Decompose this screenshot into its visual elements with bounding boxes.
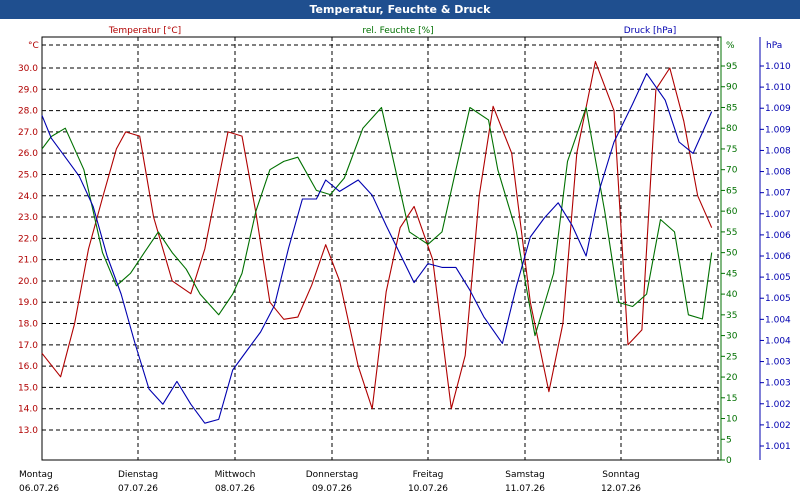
chart-window: Temperatur, Feuchte & Druck °C 30.0 29.0 28… xyxy=(0,0,800,500)
hum-axis-unit: % xyxy=(726,41,735,51)
hum-tick-label: 35 xyxy=(726,311,737,321)
temp-line xyxy=(41,61,713,410)
left-tick-label: 29.0 xyxy=(18,85,38,95)
press-tick-label: 1.006 xyxy=(765,231,791,241)
left-axis-unit: °C xyxy=(28,41,39,51)
hum-tick-label: 0 xyxy=(726,456,732,466)
hum-tick-label: 85 xyxy=(726,103,737,113)
left-tick-label: 24.0 xyxy=(18,192,38,202)
press-tick-label: 1.009 xyxy=(765,104,791,114)
press-tick-label: 1.002 xyxy=(765,421,791,431)
left-tick-label: 18.0 xyxy=(18,320,38,330)
press-tick-label: 1.008 xyxy=(765,168,791,178)
hum-tick-label: 10 xyxy=(726,415,738,425)
hum-tick-label: 90 xyxy=(726,83,738,93)
press-tick-label: 1.004 xyxy=(765,336,791,346)
x-date-label: 06.07.26 xyxy=(19,484,59,494)
left-tick-label: 28.0 xyxy=(18,107,38,117)
hum-tick-label: 50 xyxy=(726,249,738,259)
left-tick-label: 25.0 xyxy=(18,170,38,180)
left-tick-label: 27.0 xyxy=(18,128,38,138)
left-tick-label: 15.0 xyxy=(18,383,38,393)
press-tick-label: 1.003 xyxy=(765,379,791,389)
press-tick-label: 1.005 xyxy=(765,273,791,283)
left-tick-label: 23.0 xyxy=(18,213,38,223)
hum-tick-label: 75 xyxy=(726,145,737,155)
hum-tick-label: 5 xyxy=(726,435,732,445)
plot-frame xyxy=(41,36,722,461)
press-tick-label: 1.010 xyxy=(765,83,791,93)
x-date-label: 11.07.26 xyxy=(505,484,545,494)
legend-hum: rel. Feuchte [%] xyxy=(362,26,433,36)
press-tick-label: 1.007 xyxy=(765,189,791,199)
hum-tick-label: 95 xyxy=(726,62,737,72)
press-tick-label: 1.004 xyxy=(765,315,791,325)
x-day-label: Freitag xyxy=(413,470,444,480)
press-tick-label: 1.005 xyxy=(765,294,791,304)
x-day-label: Mittwoch xyxy=(215,470,256,480)
x-day-label: Dienstag xyxy=(118,470,158,480)
left-tick-label: 30.0 xyxy=(18,64,38,74)
left-tick-label: 14.0 xyxy=(18,405,38,415)
hum-tick-label: 15 xyxy=(726,394,737,404)
left-tick-label: 16.0 xyxy=(18,362,38,372)
press-tick-label: 1.006 xyxy=(765,252,791,262)
left-tick-label: 26.0 xyxy=(18,149,38,159)
press-axis-unit: hPa xyxy=(766,41,782,51)
hum-tick-label: 65 xyxy=(726,186,737,196)
hum-tick-label: 80 xyxy=(726,124,738,134)
press-tick-label: 1.007 xyxy=(765,210,791,220)
press-tick-label: 1.008 xyxy=(765,146,791,156)
hum-tick-label: 40 xyxy=(726,290,738,300)
x-day-label: Donnerstag xyxy=(306,470,359,480)
left-tick-label: 19.0 xyxy=(18,298,38,308)
left-tick-label: 21.0 xyxy=(18,256,38,266)
x-day-label: Sonntag xyxy=(602,470,639,480)
legend-press: Druck [hPa] xyxy=(624,26,677,36)
left-tick-label: 17.0 xyxy=(18,341,38,351)
press-tick-label: 1.002 xyxy=(765,400,791,410)
hum-tick-label: 30 xyxy=(726,332,738,342)
press-tick-label: 1.009 xyxy=(765,125,791,135)
chart: °C 30.0 29.0 28.0 27.0 26.0 25.0 24.0 23.0 22.0 21… xyxy=(18,26,791,494)
left-tick-label: 13.0 xyxy=(18,426,38,436)
hum-tick-label: 70 xyxy=(726,166,738,176)
hum-tick-label: 20 xyxy=(726,373,738,383)
press-tick-label: 1.010 xyxy=(765,62,791,72)
x-date-label: 12.07.26 xyxy=(601,484,641,494)
x-date-label: 08.07.26 xyxy=(215,484,255,494)
press-tick-label: 1.001 xyxy=(765,442,791,452)
x-day-label: Samstag xyxy=(505,470,544,480)
x-date-label: 09.07.26 xyxy=(312,484,352,494)
x-day-label: Montag xyxy=(19,470,53,480)
press-tick-label: 1.003 xyxy=(765,358,791,368)
hum-tick-label: 45 xyxy=(726,269,737,279)
hum-tick-label: 55 xyxy=(726,228,737,238)
left-tick-label: 20.0 xyxy=(18,277,38,287)
hum-tick-label: 25 xyxy=(726,352,737,362)
hum-line xyxy=(41,106,713,337)
left-tick-label: 22.0 xyxy=(18,234,38,244)
x-date-label: 10.07.26 xyxy=(408,484,448,494)
x-date-label: 07.07.26 xyxy=(118,484,158,494)
hum-tick-label: 60 xyxy=(726,207,738,217)
legend-temp: Temperatur [°C] xyxy=(108,26,181,36)
